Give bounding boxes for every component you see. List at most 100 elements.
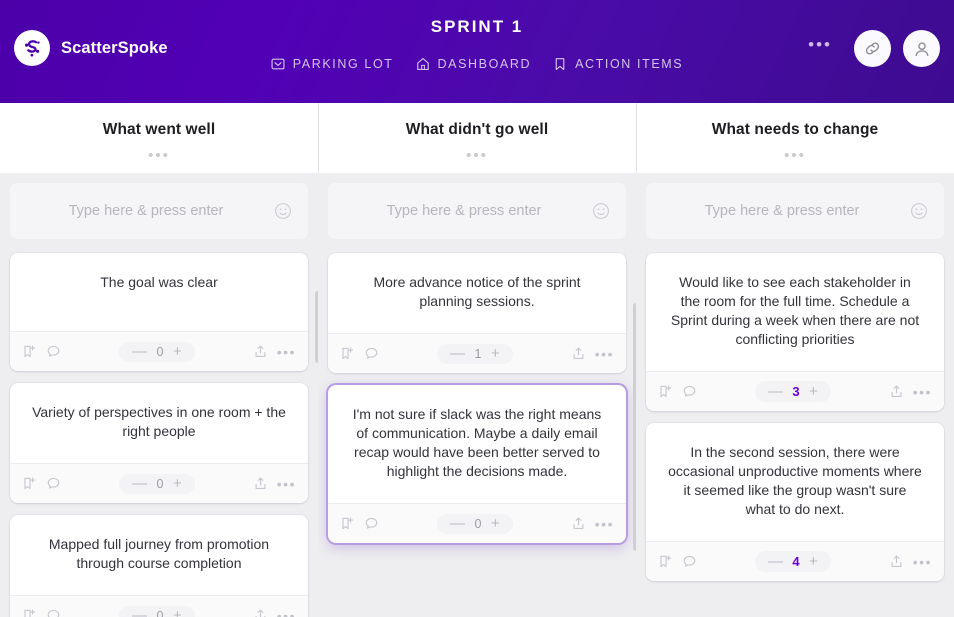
share-icon[interactable] [889,554,904,569]
share-icon[interactable] [253,344,268,359]
card-more-menu-icon[interactable]: ••• [277,345,296,359]
vote-count: 0 [474,516,482,531]
column-scrollbar-thumb[interactable] [633,303,636,551]
retro-card-text: More advance notice of the sprint planni… [373,274,581,309]
column-more-menu-icon[interactable]: ••• [0,148,318,163]
board-column: What needs to change ••• Would like to s… [636,103,954,617]
vote-decrement-button[interactable]: — [768,554,783,569]
retro-card[interactable]: I'm not sure if slack was the right mean… [328,385,626,543]
nav-item-parking-lot[interactable]: PARKING LOT [271,57,394,71]
vote-decrement-button[interactable]: — [450,346,465,361]
bookmark-plus-icon[interactable] [340,346,355,361]
vote-increment-button[interactable]: + [809,384,818,399]
vote-count: 3 [792,384,800,399]
column-title: What didn't go well [405,121,549,138]
vote-decrement-button[interactable]: — [768,384,783,399]
home-icon [416,57,430,71]
nav-label-parking-lot: PARKING LOT [292,57,394,71]
bookmark-plus-icon[interactable] [658,384,673,399]
comment-icon[interactable] [364,346,379,361]
retro-card[interactable]: The goal was clear — 0 + ••• [10,253,308,371]
share-icon[interactable] [889,384,904,399]
column-body: Would like to see each stakeholder in th… [636,173,954,617]
vote-control: — 1 + [437,343,513,364]
share-icon[interactable] [571,516,586,531]
retro-card[interactable]: Mapped full journey from promotion throu… [10,515,308,617]
vote-increment-button[interactable]: + [173,608,182,617]
column-title: What needs to change [711,121,879,138]
comment-icon[interactable] [364,516,379,531]
brand-name: ScatterSpoke [61,38,168,57]
nav-item-dashboard[interactable]: DASHBOARD [416,57,532,71]
share-icon[interactable] [253,476,268,491]
column-title: What went well [102,121,216,138]
compose-input[interactable] [660,203,904,219]
vote-decrement-button[interactable]: — [132,476,147,491]
retro-card-text: Mapped full journey from promotion throu… [48,536,270,571]
card-more-menu-icon[interactable]: ••• [913,555,932,569]
comment-icon[interactable] [682,384,697,399]
vote-increment-button[interactable]: + [491,346,500,361]
compose-input[interactable] [342,203,586,219]
bookmark-plus-icon[interactable] [340,516,355,531]
link-icon [863,39,882,58]
retro-card-footer: — 4 + ••• [646,541,944,581]
vote-count: 4 [792,554,800,569]
column-more-menu-icon[interactable]: ••• [636,148,954,163]
comment-icon[interactable] [46,344,61,359]
comment-icon[interactable] [682,554,697,569]
vote-increment-button[interactable]: + [491,516,500,531]
share-icon[interactable] [571,346,586,361]
header-more-menu-icon[interactable]: ••• [808,36,842,58]
retro-card-footer: — 1 + ••• [328,333,626,373]
retro-card-text: I'm not sure if slack was the right mean… [352,406,602,479]
board-column: What didn't go well ••• More advance not… [318,103,636,617]
vote-decrement-button[interactable]: — [132,344,147,359]
nav-item-action-items[interactable]: ACTION ITEMS [553,57,683,71]
bookmark-plus-icon[interactable] [22,608,37,617]
retro-card-text: The goal was clear [100,274,218,290]
bookmark-plus-icon[interactable] [22,476,37,491]
nav-label-action-items: ACTION ITEMS [575,57,684,71]
retro-card[interactable]: Variety of perspectives in one room + th… [10,383,308,503]
retro-card-footer: — 0 + ••• [328,503,626,543]
retro-card-footer: — 0 + ••• [10,331,308,371]
card-more-menu-icon[interactable]: ••• [595,347,614,361]
card-more-menu-icon[interactable]: ••• [277,477,296,491]
emoji-picker-icon[interactable] [274,202,292,220]
vote-decrement-button[interactable]: — [450,516,465,531]
retro-card-text: Would like to see each stakeholder in th… [670,274,920,347]
comment-icon[interactable] [46,608,61,617]
compose-row [10,183,308,239]
card-more-menu-icon[interactable]: ••• [913,385,932,399]
vote-control: — 4 + [755,551,831,572]
vote-control: — 0 + [119,605,195,617]
user-avatar[interactable] [903,30,940,67]
retro-card[interactable]: Would like to see each stakeholder in th… [646,253,944,411]
comment-icon[interactable] [46,476,61,491]
vote-increment-button[interactable]: + [173,476,182,491]
emoji-picker-icon[interactable] [910,202,928,220]
card-more-menu-icon[interactable]: ••• [277,609,296,617]
column-more-menu-icon[interactable]: ••• [318,148,636,163]
share-link-button[interactable] [854,30,891,67]
bookmark-plus-icon[interactable] [22,344,37,359]
card-more-menu-icon[interactable]: ••• [595,517,614,531]
share-icon[interactable] [253,608,268,617]
vote-increment-button[interactable]: + [809,554,818,569]
column-scrollbar-thumb[interactable] [315,291,318,363]
column-body: The goal was clear — 0 + ••• [0,173,318,617]
nav-label-dashboard: DASHBOARD [437,57,532,71]
vote-decrement-button[interactable]: — [132,608,147,617]
retro-card-text: In the second session, there were occasi… [668,444,922,517]
retro-card[interactable]: In the second session, there were occasi… [646,423,944,581]
column-body: More advance notice of the sprint planni… [318,173,636,617]
retro-card[interactable]: More advance notice of the sprint planni… [328,253,626,373]
retro-board: What went well ••• The goal was clear — [0,103,954,617]
compose-input[interactable] [24,203,268,219]
vote-increment-button[interactable]: + [173,344,182,359]
vote-control: — 0 + [437,513,513,534]
emoji-picker-icon[interactable] [592,202,610,220]
bookmark-plus-icon[interactable] [658,554,673,569]
vote-count: 0 [156,344,164,359]
